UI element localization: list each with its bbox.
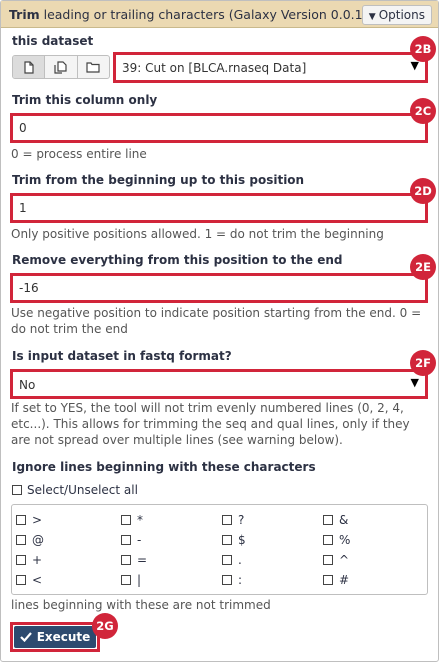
ignore-char-checkbox[interactable]: | bbox=[121, 573, 141, 587]
ignore-char-label: : bbox=[238, 573, 243, 587]
options-button[interactable]: ▼ Options bbox=[361, 5, 432, 25]
ignore-char-checkbox[interactable]: . bbox=[222, 553, 242, 567]
fastq-label: Is input dataset in fastq format? bbox=[12, 349, 232, 363]
execute-highlight: Execute bbox=[10, 622, 100, 652]
column-help: 0 = process entire line bbox=[11, 147, 147, 161]
ignore-char-checkbox[interactable]: % bbox=[323, 533, 350, 547]
ignore-char-checkbox[interactable]: + bbox=[16, 553, 42, 567]
ignore-label: Ignore lines beginning with these charac… bbox=[12, 460, 316, 474]
ignore-chars-grid: > *? & @ - $% + =. ^ < |: # bbox=[11, 504, 428, 595]
ignore-char-label: @ bbox=[32, 533, 44, 547]
column-label: Trim this column only bbox=[12, 93, 158, 107]
select-all-checkbox[interactable]: Select/Unselect all bbox=[12, 483, 138, 497]
annotation-badge: 2C bbox=[410, 98, 436, 124]
start-help: Only positive positions allowed. 1 = do … bbox=[11, 227, 384, 241]
ignore-char-label: > bbox=[32, 513, 43, 527]
ignore-char-checkbox[interactable]: @ bbox=[16, 533, 44, 547]
end-help: Use negative position to indicate positi… bbox=[11, 306, 422, 336]
dataset-collection-button[interactable] bbox=[78, 56, 109, 78]
ignore-char-checkbox[interactable]: ? bbox=[222, 513, 244, 527]
start-position-input[interactable] bbox=[10, 193, 428, 223]
ignore-help: lines beginning with these are not trimm… bbox=[11, 598, 271, 612]
files-icon bbox=[54, 60, 68, 74]
ignore-char-checkbox[interactable]: ^ bbox=[323, 553, 349, 567]
start-label: Trim from the beginning up to this posit… bbox=[12, 173, 305, 187]
execute-button[interactable]: Execute bbox=[14, 626, 96, 648]
dataset-select[interactable]: 39: Cut on [BLCA.rnaseq Data] ▼ bbox=[113, 52, 428, 83]
ignore-char-checkbox[interactable]: = bbox=[121, 553, 147, 567]
ignore-char-checkbox[interactable]: < bbox=[16, 573, 42, 587]
caret-down-icon: ▼ bbox=[368, 12, 376, 22]
annotation-badge: 2F bbox=[410, 350, 436, 376]
single-dataset-button[interactable] bbox=[13, 56, 46, 78]
ignore-char-checkbox[interactable]: & bbox=[323, 513, 348, 527]
ignore-char-label: ^ bbox=[339, 553, 350, 567]
ignore-char-label: - bbox=[137, 533, 142, 547]
ignore-char-checkbox[interactable]: * bbox=[121, 513, 143, 527]
ignore-char-label: * bbox=[137, 513, 143, 527]
dataset-source-toggle bbox=[12, 55, 110, 79]
ignore-char-label: $ bbox=[238, 533, 246, 547]
ignore-char-label: < bbox=[32, 573, 43, 587]
ignore-char-label: & bbox=[339, 513, 349, 527]
ignore-char-label: # bbox=[339, 573, 350, 587]
annotation-badge: 2B bbox=[410, 36, 436, 62]
file-icon bbox=[24, 60, 34, 74]
fastq-help: If set to YES, the tool will not trim ev… bbox=[11, 401, 410, 447]
annotation-badge: 2E bbox=[410, 254, 436, 280]
tool-title: Trim leading or trailing characters (Gal… bbox=[9, 7, 368, 22]
ignore-char-label: . bbox=[238, 553, 242, 567]
multiple-datasets-button[interactable] bbox=[45, 56, 78, 78]
ignore-char-checkbox[interactable]: $ bbox=[222, 533, 246, 547]
ignore-char-checkbox[interactable]: # bbox=[323, 573, 349, 587]
ignore-char-label: ? bbox=[238, 513, 245, 527]
check-icon bbox=[19, 632, 32, 642]
ignore-char-label: = bbox=[137, 553, 148, 567]
ignore-char-label: | bbox=[137, 573, 142, 587]
ignore-char-label: % bbox=[339, 533, 351, 547]
annotation-badge: 2D bbox=[410, 178, 436, 204]
ignore-char-checkbox[interactable]: - bbox=[121, 533, 141, 547]
end-position-input[interactable] bbox=[10, 273, 428, 303]
fastq-select[interactable]: No ▼ bbox=[10, 369, 428, 399]
folder-icon bbox=[86, 62, 100, 73]
ignore-char-label: + bbox=[32, 553, 43, 567]
dropdown-arrow-icon: ▼ bbox=[410, 376, 419, 389]
tool-header: Trim leading or trailing characters (Gal… bbox=[1, 1, 438, 28]
column-input[interactable] bbox=[10, 113, 428, 143]
end-label: Remove everything from this position to … bbox=[12, 253, 343, 267]
annotation-badge: 2G bbox=[92, 613, 118, 639]
ignore-char-checkbox[interactable]: : bbox=[222, 573, 242, 587]
dataset-label: this dataset bbox=[12, 34, 94, 48]
ignore-char-checkbox[interactable]: > bbox=[16, 513, 42, 527]
